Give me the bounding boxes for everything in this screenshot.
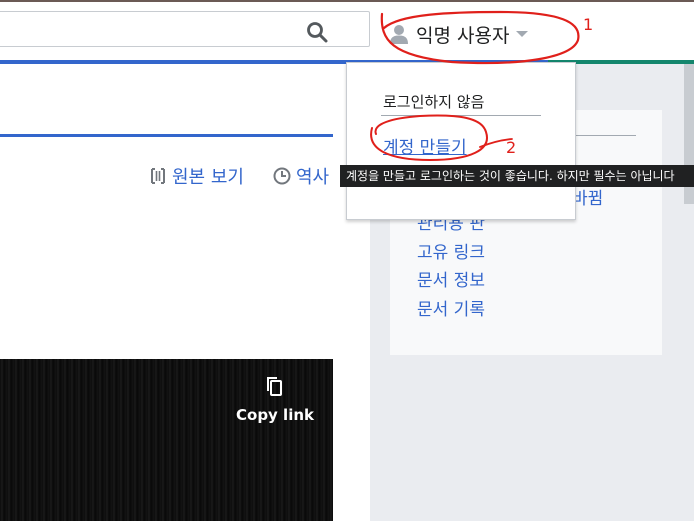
clock-icon xyxy=(273,167,291,185)
source-brackets-icon xyxy=(151,168,165,184)
status-underline xyxy=(381,115,541,116)
sidebar-link-permalink[interactable]: 고유 링크 xyxy=(417,238,485,263)
search-input[interactable] xyxy=(0,11,370,47)
copy-link-label: Copy link xyxy=(236,406,314,424)
user-icon xyxy=(390,25,408,44)
content-tab-underline xyxy=(0,134,333,137)
search-icon[interactable] xyxy=(305,20,329,44)
login-status-text: 로그인하지 않음 xyxy=(383,93,485,111)
copy-icon xyxy=(267,377,282,396)
create-account-link[interactable]: 계정 만들기 xyxy=(383,133,467,158)
create-account-tooltip: 계정을 만들고 로그인하는 것이 좋습니다. 하지만 필수는 아닙니다 xyxy=(340,165,694,187)
chevron-down-icon xyxy=(516,31,529,37)
sidebar-link-page-info[interactable]: 문서 정보 xyxy=(417,266,485,291)
sidebar-link-changes[interactable]: 바뀜 xyxy=(572,184,603,209)
sidebar-link-page-history[interactable]: 문서 기록 xyxy=(417,295,485,320)
tab-history-label: 역사 xyxy=(296,167,330,188)
copy-link-button[interactable]: Copy link xyxy=(230,375,320,424)
top-bar: 익명 사용자 xyxy=(0,0,694,60)
user-menu-label: 익명 사용자 xyxy=(416,24,510,47)
tab-history[interactable]: 역사 xyxy=(272,163,329,189)
tab-view-source[interactable]: 원본 보기 xyxy=(148,163,244,189)
user-menu-button[interactable]: 익명 사용자 xyxy=(388,14,529,54)
video-player[interactable]: Copy link xyxy=(0,359,333,521)
tab-view-source-label: 원본 보기 xyxy=(172,167,244,188)
user-dropdown-menu: 로그인하지 않음 계정 만들기 xyxy=(346,62,576,220)
top-edge-strip xyxy=(0,0,694,2)
